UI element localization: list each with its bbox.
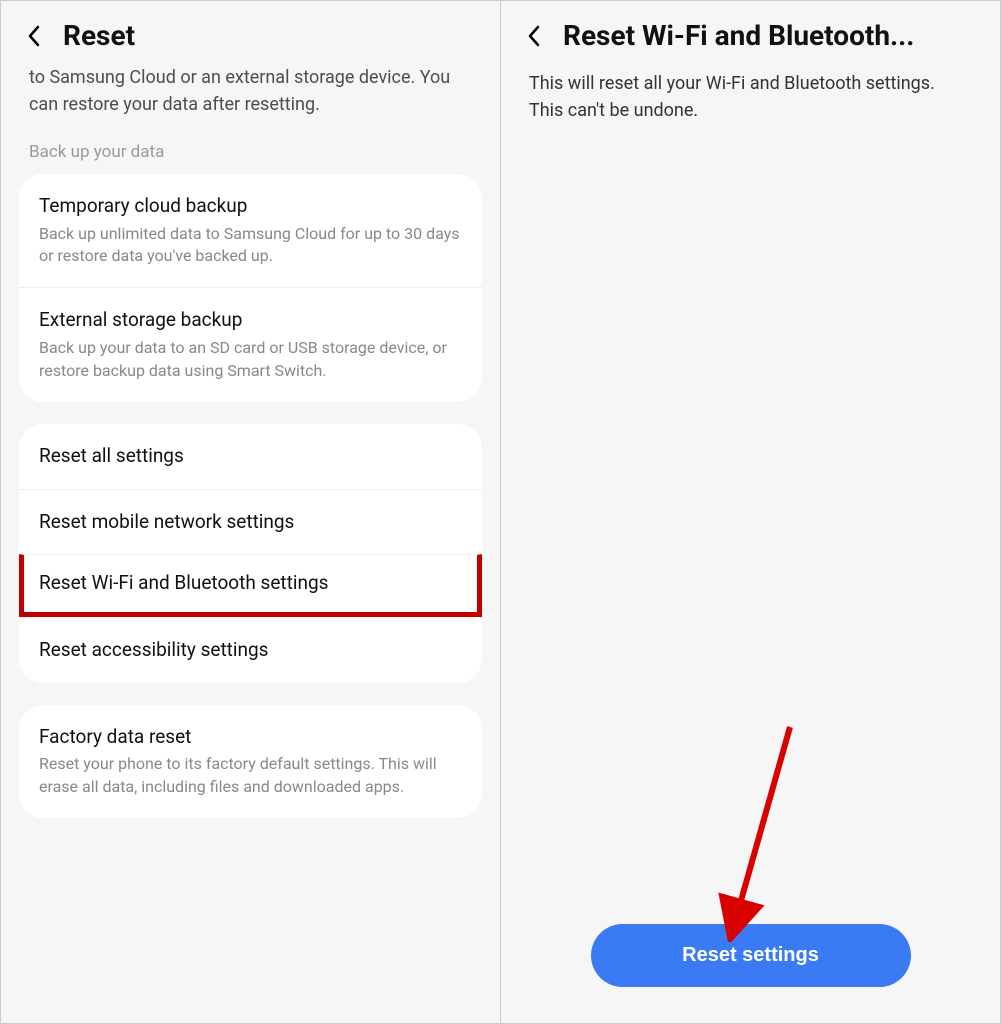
reset-options-card: Reset all settings Reset mobile network …	[19, 424, 482, 683]
temporary-cloud-backup-item[interactable]: Temporary cloud backup Back up unlimited…	[19, 174, 482, 287]
factory-data-reset-item[interactable]: Factory data reset Reset your phone to i…	[19, 705, 482, 818]
reset-settings-screen: Reset to Samsung Cloud or an external st…	[0, 0, 500, 1024]
section-label-backup: Back up your data	[1, 132, 500, 174]
external-storage-backup-item[interactable]: External storage backup Back up your dat…	[19, 287, 482, 401]
reset-wifi-bluetooth-item[interactable]: Reset Wi-Fi and Bluetooth settings	[19, 554, 482, 617]
item-title: Reset Wi-Fi and Bluetooth settings	[39, 571, 462, 596]
back-button[interactable]	[21, 23, 47, 49]
back-button[interactable]	[521, 23, 547, 49]
reset-accessibility-item[interactable]: Reset accessibility settings	[19, 617, 482, 683]
chevron-left-icon	[526, 24, 542, 48]
item-desc: Back up your data to an SD card or USB s…	[39, 337, 462, 382]
intro-text: to Samsung Cloud or an external storage …	[1, 64, 500, 132]
backup-options-card: Temporary cloud backup Back up unlimited…	[19, 174, 482, 402]
item-title: External storage backup	[39, 308, 462, 333]
item-desc: Reset your phone to its factory default …	[39, 753, 462, 798]
item-title: Reset accessibility settings	[39, 638, 462, 663]
item-title: Reset all settings	[39, 444, 462, 469]
item-desc: Back up unlimited data to Samsung Cloud …	[39, 223, 462, 268]
item-title: Factory data reset	[39, 725, 462, 750]
page-title: Reset Wi-Fi and Bluetooth...	[563, 19, 914, 52]
reset-all-settings-item[interactable]: Reset all settings	[19, 424, 482, 489]
item-title: Reset mobile network settings	[39, 510, 462, 535]
factory-reset-card: Factory data reset Reset your phone to i…	[19, 705, 482, 818]
header: Reset Wi-Fi and Bluetooth...	[501, 1, 1000, 64]
item-title: Temporary cloud backup	[39, 194, 462, 219]
reset-mobile-network-item[interactable]: Reset mobile network settings	[19, 489, 482, 555]
reset-wifi-bluetooth-screen: Reset Wi-Fi and Bluetooth... This will r…	[500, 0, 1001, 1024]
reset-settings-button[interactable]: Reset settings	[591, 924, 911, 987]
chevron-left-icon	[26, 24, 42, 48]
page-title: Reset	[63, 19, 135, 52]
description-text: This will reset all your Wi-Fi and Bluet…	[501, 64, 1000, 138]
header: Reset	[1, 1, 500, 64]
